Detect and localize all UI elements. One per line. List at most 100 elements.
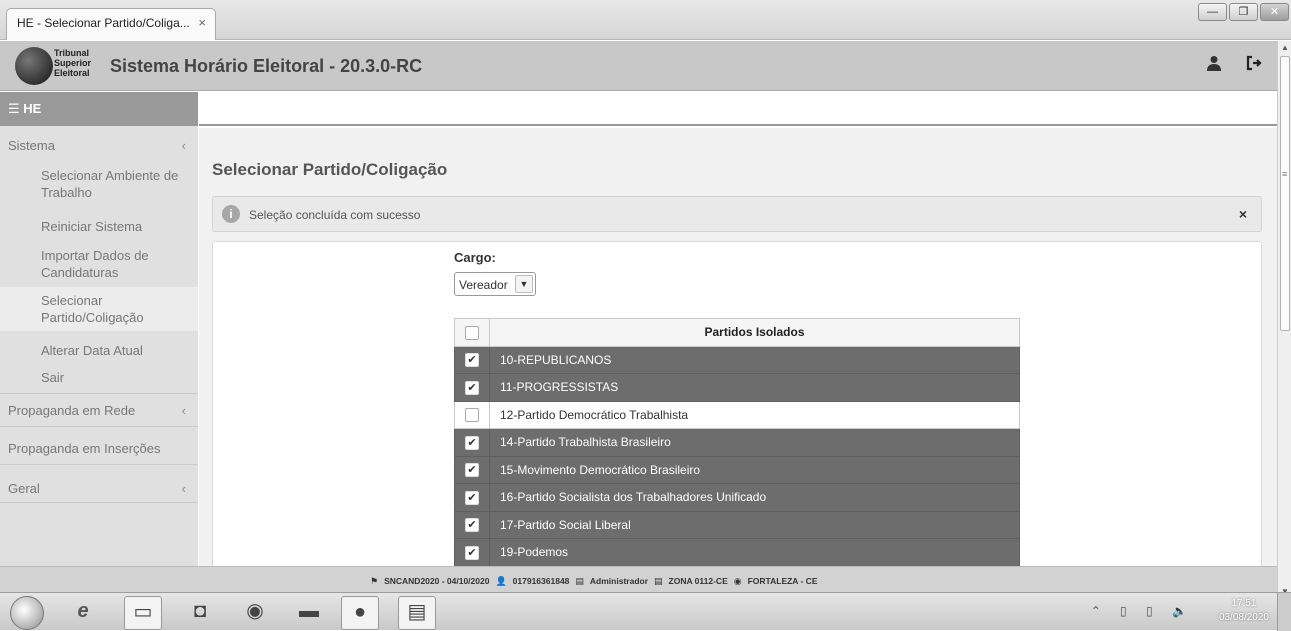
party-checkbox[interactable]: ✔ xyxy=(465,463,479,478)
table-row[interactable]: ✔ 15-Movimento Democrático Brasileiro xyxy=(454,455,1020,484)
party-checkbox[interactable]: ✔ xyxy=(465,490,479,505)
item-label: Importar Dados de xyxy=(41,248,149,263)
party-checkbox[interactable]: ✔ xyxy=(465,518,479,533)
item-label: Reiniciar Sistema xyxy=(41,219,143,234)
scrollbar-thumb[interactable] xyxy=(1280,56,1290,331)
maximize-button[interactable]: ❐ xyxy=(1229,3,1258,21)
ie-icon[interactable]: e xyxy=(64,596,102,630)
cargo-select[interactable]: Vereador ▼ xyxy=(454,272,536,296)
sidebar-section-propaganda-insercoes[interactable]: Propaganda em Inserções xyxy=(0,441,198,456)
system-clock[interactable]: 17:51 03/08/2020 xyxy=(1219,597,1269,625)
select-all-checkbox[interactable] xyxy=(465,325,479,340)
logout-icon[interactable] xyxy=(1246,55,1262,76)
row-checkbox-cell: ✔ xyxy=(454,345,490,374)
item-label: Selecionar Ambiente de xyxy=(41,168,179,183)
row-checkbox-cell: ✔ xyxy=(454,538,490,566)
sidebar-divider xyxy=(0,502,198,503)
footer-env: SNCAND2020 - 04/10/2020 xyxy=(384,576,490,586)
party-name: 12-Partido Democrático Trabalhista xyxy=(489,400,1020,429)
table-row[interactable]: 12-Partido Democrático Trabalhista xyxy=(454,400,1020,429)
tse-logo-text: Tribunal Superior Eleitoral xyxy=(54,48,91,78)
table-row[interactable]: ✔ 14-Partido Trabalhista Brasileiro xyxy=(454,428,1020,457)
sidebar-divider xyxy=(0,464,198,465)
item-label: Sair xyxy=(41,370,65,385)
item-label: Alterar Data Atual xyxy=(41,343,143,358)
item-label-cont: Candidaturas xyxy=(41,265,119,280)
sidebar-section-sistema[interactable]: Sistema ‹ xyxy=(0,138,198,153)
window-close-button[interactable]: ✕ xyxy=(1260,3,1289,21)
show-desktop-button[interactable] xyxy=(1277,593,1291,631)
table-row[interactable]: ✔ 11-PROGRESSISTAS xyxy=(454,373,1020,402)
selection-panel: Cargo: Vereador ▼ Partidos Isolados ✔ 10-… xyxy=(212,241,1262,566)
partidos-table: Partidos Isolados ✔ 10-REPUBLICANOS ✔ 11-PR… xyxy=(454,318,1020,566)
sidebar-section-propaganda-rede[interactable]: Propaganda em Rede ‹ xyxy=(0,403,198,418)
page-title: Selecionar Partido/Coligação xyxy=(212,160,448,179)
content-topbar xyxy=(199,92,1277,126)
sidebar-item-selecionar-partido[interactable]: Selecionar Partido/Coligação xyxy=(0,287,198,331)
tab-close-icon[interactable]: × xyxy=(198,15,206,30)
user-icon[interactable] xyxy=(1207,55,1221,76)
item-label-cont: Partido/Coligação xyxy=(41,310,144,325)
chrome-icon[interactable]: ◉ xyxy=(236,596,274,630)
party-checkbox[interactable]: ✔ xyxy=(465,380,479,395)
party-checkbox[interactable]: ✔ xyxy=(465,353,479,368)
file-explorer-icon[interactable]: ▭ xyxy=(124,596,162,630)
party-checkbox[interactable] xyxy=(465,408,479,423)
app-icon[interactable]: ◘ xyxy=(181,596,219,630)
minimize-button[interactable]: — xyxy=(1198,3,1227,21)
sidebar-item-sair[interactable]: Sair xyxy=(0,369,198,386)
table-row[interactable]: ✔ 17-Partido Social Liberal xyxy=(454,510,1020,539)
scroll-up-icon[interactable]: ▲ xyxy=(1278,43,1291,52)
sidebar-item-alterar-data[interactable]: Alterar Data Atual xyxy=(0,342,198,359)
scrollbar-grip-icon: ≡ xyxy=(1282,169,1288,179)
monitor-icon[interactable]: ▬ xyxy=(290,596,328,630)
table-header-row: Partidos Isolados xyxy=(454,318,1020,347)
alert-message: Seleção concluída com sucesso xyxy=(249,208,421,222)
zone-icon: ▤ xyxy=(654,576,663,586)
sidebar-item-reiniciar-sistema[interactable]: Reiniciar Sistema xyxy=(0,218,198,235)
status-footer: ⚑ SNCAND2020 - 04/10/2020 👤 017916361848… xyxy=(0,566,1277,592)
item-label-cont: Trabalho xyxy=(41,185,92,200)
system-tray-icons[interactable]: ⌃ ▯ ▯ 🔈 xyxy=(1091,604,1195,618)
party-checkbox[interactable]: ✔ xyxy=(465,545,479,560)
party-checkbox[interactable]: ✔ xyxy=(465,435,479,450)
party-name: 15-Movimento Democrático Brasileiro xyxy=(489,455,1020,484)
firefox-icon[interactable]: ● xyxy=(341,596,379,630)
info-icon: i xyxy=(222,205,240,223)
table-row[interactable]: ✔ 16-Partido Socialista dos Trabalhadores… xyxy=(454,483,1020,512)
select-all-cell xyxy=(454,318,490,347)
flag-icon: ⚑ xyxy=(370,576,379,586)
alert-close-icon[interactable]: × xyxy=(1239,206,1247,222)
party-name: 17-Partido Social Liberal xyxy=(489,510,1020,539)
window-controls: — ❐ ✕ xyxy=(1198,3,1289,21)
row-checkbox-cell xyxy=(454,400,490,429)
section-label: Propaganda em Rede xyxy=(8,403,136,418)
table-row[interactable]: ✔ 19-Podemos xyxy=(454,538,1020,566)
row-checkbox-cell: ✔ xyxy=(454,483,490,512)
footer-zone: ZONA 0112-CE xyxy=(668,576,728,586)
browser-tab[interactable]: HE - Selecionar Partido/Coliga... × xyxy=(6,8,216,40)
vertical-scrollbar[interactable]: ▲ ≡ ▼ xyxy=(1277,41,1291,603)
main-content: Selecionar Partido/Coligação i Seleção c… xyxy=(199,128,1277,566)
document-icon[interactable]: ▤ xyxy=(398,596,436,630)
sidebar-menu-toggle[interactable]: ☰ HE xyxy=(0,92,198,126)
chevron-down-icon[interactable]: ▼ xyxy=(515,275,533,293)
start-button[interactable] xyxy=(10,596,44,630)
party-name: 16-Partido Socialista dos Trabalhadores … xyxy=(489,483,1020,512)
role-icon: ▤ xyxy=(575,576,584,586)
row-checkbox-cell: ✔ xyxy=(454,373,490,402)
footer-user-id: 017916361848 xyxy=(512,576,570,586)
success-alert: i Seleção concluída com sucesso × xyxy=(212,196,1262,232)
sidebar-item-importar-dados[interactable]: Importar Dados de Candidaturas xyxy=(0,247,198,281)
logo-line-1: Tribunal xyxy=(54,48,90,58)
party-name: 11-PROGRESSISTAS xyxy=(489,373,1020,402)
sidebar-section-geral[interactable]: Geral ‹ xyxy=(0,481,198,496)
browser-tab-title: HE - Selecionar Partido/Coliga... xyxy=(17,16,190,30)
sidebar-item-selecionar-ambiente[interactable]: Selecionar Ambiente de Trabalho xyxy=(0,167,198,201)
os-taskbar: e ▭ ◘ ◉ ▬ ● ▤ ⌃ ▯ ▯ 🔈 17:51 03/08/2020 xyxy=(0,592,1291,631)
row-checkbox-cell: ✔ xyxy=(454,455,490,484)
tse-logo-icon xyxy=(15,47,53,85)
party-name: 19-Podemos xyxy=(489,538,1020,566)
partidos-header: Partidos Isolados xyxy=(489,318,1020,347)
table-row[interactable]: ✔ 10-REPUBLICANOS xyxy=(454,345,1020,374)
